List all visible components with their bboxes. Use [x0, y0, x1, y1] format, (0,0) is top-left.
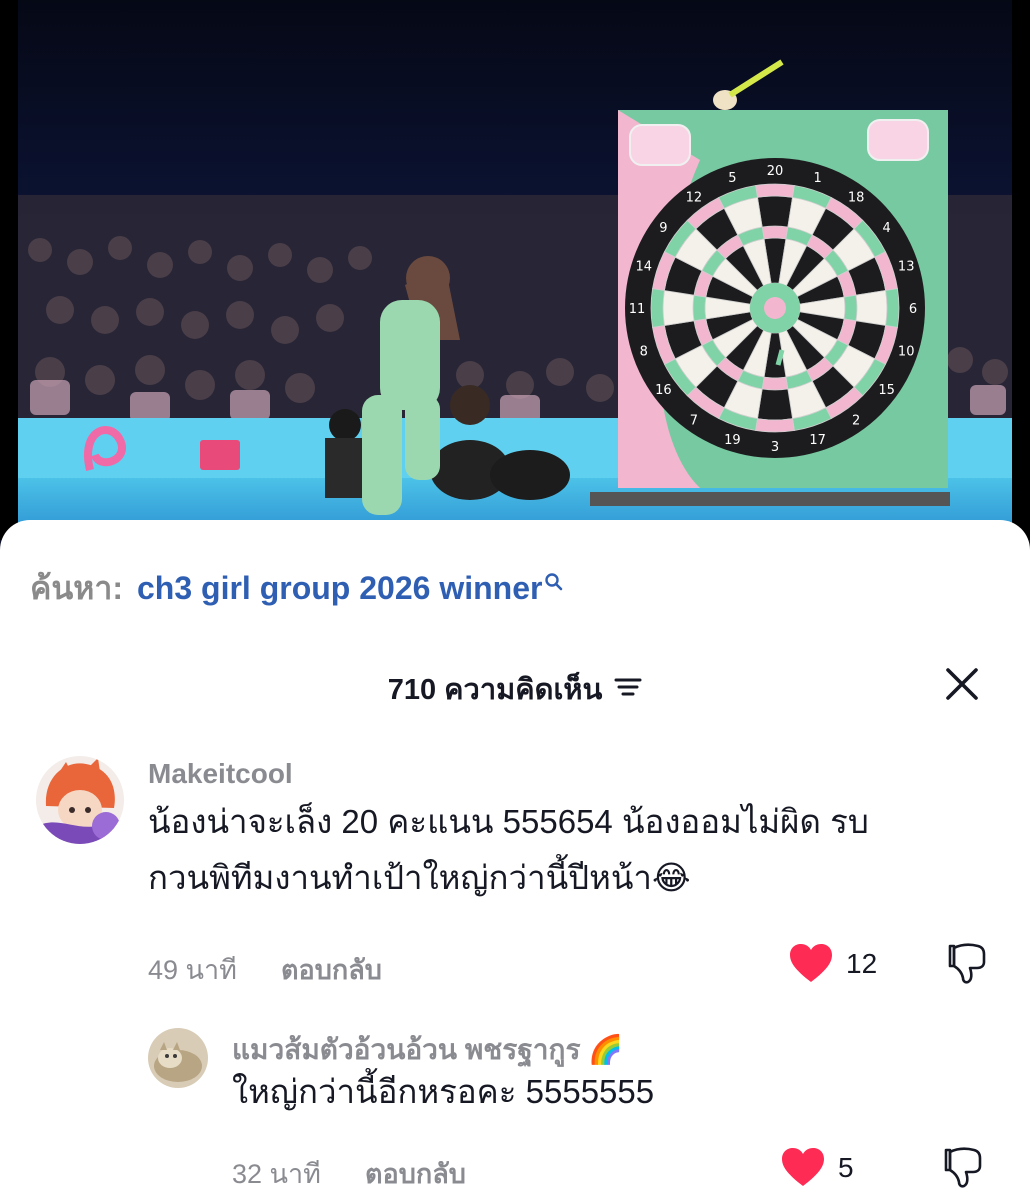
dartboard-number: 16: [655, 383, 672, 398]
comments-header: 710 ความคิดเห็น: [0, 658, 1030, 710]
comments-title: 710 ความคิดเห็น: [0, 666, 1030, 712]
dartboard-number: 12: [686, 190, 703, 205]
comment-text: น้องน่าจะเล็ง 20 คะแนน 555654 น้องออมไม่…: [148, 794, 998, 906]
dartboard-segment: [843, 294, 858, 322]
reply-item: แมวส้มตัวอ้วนอ้วน พชรฐากูร 🌈 ใหญ่กว่านี้…: [0, 1018, 1030, 1198]
comment-username[interactable]: Makeitcool: [148, 758, 293, 790]
dartboard-segment: [650, 288, 665, 328]
reply-button[interactable]: ตอบกลับ: [281, 948, 382, 991]
dartboard-number: 19: [724, 433, 741, 448]
dartboard-number: 4: [882, 221, 890, 236]
reply-time: 32 นาที: [232, 1159, 321, 1189]
dislike-icon[interactable]: [944, 940, 990, 991]
filter-sort-icon[interactable]: [614, 673, 642, 706]
search-suggestion[interactable]: ค้นหา: ch3 girl group 2026 winner: [30, 566, 564, 610]
dartboard-number: 9: [659, 221, 667, 236]
dartboard-number: 15: [878, 383, 895, 398]
comment-text-line: กวนพิทีมงานทำเป้าใหญ่กว่านี้ปีหน้า😂: [148, 859, 691, 896]
search-term-link[interactable]: ch3 girl group 2026 winner: [137, 570, 542, 607]
dartboard-segment: [662, 290, 695, 326]
dartboard-segment: [761, 225, 789, 240]
reply-meta: 32 นาที ตอบกลับ: [232, 1152, 466, 1195]
dartboard-number: 13: [898, 259, 915, 274]
video-player[interactable]: 20 1 18 4 13 6 10 15 2 17 3 19 7 16 8 11 14 9 12 5: [0, 0, 1030, 540]
dartboard-segment: [755, 183, 795, 198]
dartboard-segment: [755, 418, 795, 433]
avatar[interactable]: [36, 756, 124, 844]
dartboard-segment: [692, 294, 707, 322]
dartboard-segment: [855, 290, 888, 326]
reply-button[interactable]: ตอบกลับ: [365, 1152, 466, 1195]
dartboard-number: 7: [690, 414, 698, 429]
dartboard-number: 17: [809, 433, 826, 448]
dartboard-segment: [757, 195, 793, 228]
letterbox-right: [1012, 0, 1030, 540]
comment-item: Makeitcool น้องน่าจะเล็ง 20 คะแนน 555654…: [0, 756, 1030, 1046]
dartboard-number: 11: [629, 302, 646, 317]
dartboard-number: 8: [640, 345, 648, 360]
dartboard-segment: [761, 376, 789, 391]
heart-icon[interactable]: [788, 942, 834, 989]
like-count: 5: [838, 1152, 854, 1183]
video-frame: 20 1 18 4 13 6 10 15 2 17 3 19 7 16 8 11 14 9 12 5: [0, 0, 1030, 540]
dartboard-number: 6: [909, 302, 917, 317]
dartboard-number: 2: [852, 414, 860, 429]
dartboard-number: 20: [767, 164, 784, 179]
dartboard-number: 3: [771, 440, 779, 455]
dartboard-number: 5: [728, 171, 736, 186]
reply-text: ใหญ่กว่านี้อีกหรอคะ 5555555: [232, 1073, 655, 1110]
dislike-icon[interactable]: [940, 1144, 986, 1195]
comment-time: 49 นาที: [148, 955, 237, 985]
dartboard-number: 18: [848, 190, 865, 205]
letterbox-left: [0, 0, 18, 540]
heart-icon[interactable]: [780, 1146, 826, 1193]
comments-sheet: ค้นหา: ch3 girl group 2026 winner 710 คว…: [0, 520, 1030, 1199]
dartboard-segment: [757, 388, 793, 421]
comment-meta: 49 นาที ตอบกลับ: [148, 948, 382, 991]
search-prefix: ค้นหา:: [30, 569, 123, 606]
dartboard-number: 1: [813, 171, 821, 186]
search-icon: [544, 563, 564, 600]
comment-count-label: 710 ความคิดเห็น: [387, 674, 603, 706]
avatar[interactable]: [148, 1028, 208, 1088]
dartboard-segment: [885, 288, 900, 328]
dartboard-number: 14: [636, 259, 653, 274]
like-count: 12: [846, 948, 878, 979]
dartboard-number: 10: [898, 345, 915, 360]
close-icon[interactable]: [944, 666, 980, 702]
comment-text-line: น้องน่าจะเล็ง 20 คะแนน 555654 น้องออมไม่…: [148, 803, 869, 840]
